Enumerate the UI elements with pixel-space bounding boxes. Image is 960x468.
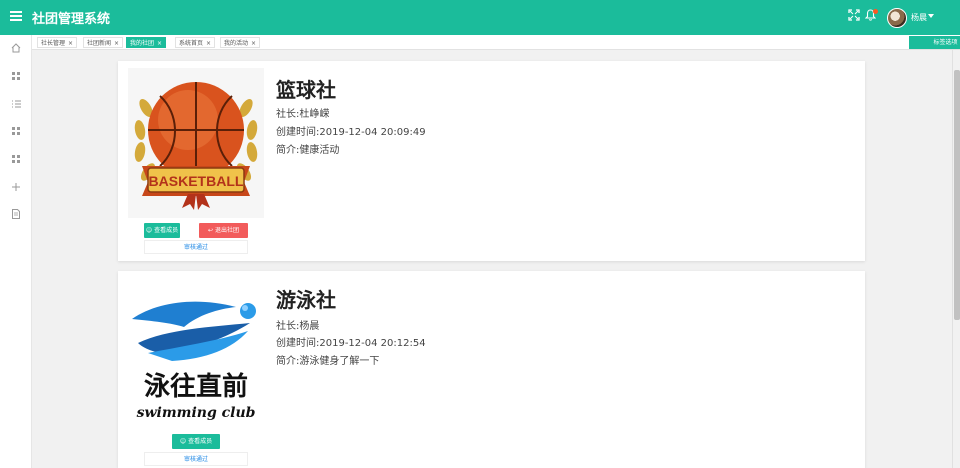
tab-label: 我的活动: [224, 40, 249, 47]
top-header: 社团管理系统 杨晨: [0, 0, 960, 35]
view-members-label: 查看成员: [154, 227, 179, 234]
sidebar: [0, 35, 32, 468]
club-card-basketball: BASKETBALL 篮球社 社长:杜峥嵘 创建时间:2019-12-04 20…: [118, 61, 865, 261]
club-leader: 社长:杨晨: [276, 321, 320, 332]
view-members-button[interactable]: ☺ 查看成员: [144, 223, 180, 238]
list-icon[interactable]: [0, 98, 32, 114]
scroll-thumb[interactable]: [954, 70, 960, 320]
close-icon[interactable]: ×: [114, 40, 119, 47]
status-badge: 审核通过: [144, 452, 248, 466]
tab-my-club[interactable]: 我的社团 ×: [126, 37, 167, 48]
tab-label: 社团新闻: [87, 40, 112, 47]
fullscreen-icon[interactable]: [846, 9, 862, 25]
quit-club-label: 退出社团: [214, 227, 239, 234]
grid-icon[interactable]: [0, 70, 32, 86]
exit-icon: ↩: [208, 227, 215, 234]
club-created-time: 创建时间:2019-12-04 20:09:49: [276, 127, 426, 138]
quit-club-button[interactable]: ↩ 退出社团: [199, 223, 248, 238]
club-intro: 简介:游泳健身了解一下: [276, 356, 380, 367]
club-created-time: 创建时间:2019-12-04 20:12:54: [276, 338, 426, 349]
scrollbar[interactable]: [952, 50, 960, 468]
notification-badge: [873, 9, 878, 14]
grid-icon[interactable]: [0, 125, 32, 141]
basketball-logo-text: BASKETBALL: [149, 173, 244, 189]
chevron-down-icon[interactable]: [928, 14, 934, 18]
close-icon[interactable]: ×: [68, 40, 73, 47]
status-badge: 审核通过: [144, 240, 248, 254]
app-title: 社团管理系统: [32, 12, 111, 27]
club-logo-basketball: BASKETBALL: [128, 68, 264, 218]
view-members-button[interactable]: ☺ 查看成员: [172, 434, 220, 449]
tab-system-home[interactable]: 系统首页 ×: [175, 37, 216, 48]
club-name: 游泳社: [276, 288, 336, 312]
home-icon[interactable]: [0, 43, 32, 59]
tab-bar: 社长管理 × 社团新闻 × 我的社团 × 系统首页 × 我的活动 × 标签选项: [32, 35, 960, 50]
avatar[interactable]: [887, 8, 907, 28]
club-logo-swimming: 泳往直前 swimming club: [128, 283, 264, 433]
close-icon[interactable]: ×: [251, 40, 256, 47]
hamburger-icon[interactable]: [8, 9, 24, 25]
tab-label: 系统首页: [179, 40, 204, 47]
user-name[interactable]: 杨晨: [911, 12, 927, 23]
tab-my-activity[interactable]: 我的活动 ×: [220, 37, 261, 48]
close-icon[interactable]: ×: [206, 40, 211, 47]
tab-label: 我的社团: [130, 40, 155, 47]
club-name: 篮球社: [276, 78, 336, 102]
tab-club-leader[interactable]: 社长管理 ×: [37, 37, 78, 48]
tab-club-news[interactable]: 社团新闻 ×: [83, 37, 124, 48]
club-intro: 简介:健康活动: [276, 145, 340, 156]
user-icon: ☺: [179, 438, 189, 445]
user-icon: ☺: [145, 227, 155, 234]
swimming-logo-en-text: swimming club: [137, 405, 256, 421]
club-leader: 社长:杜峥嵘: [276, 109, 330, 120]
grid-icon[interactable]: [0, 153, 32, 169]
club-card-swimming: 泳往直前 swimming club 游泳社 社长:杨晨 创建时间:2019-1…: [118, 271, 865, 468]
tab-options-button[interactable]: 标签选项: [909, 36, 960, 49]
swimming-logo-cn-text: 泳往直前: [144, 371, 248, 402]
tab-label: 社长管理: [41, 40, 66, 47]
document-icon[interactable]: [0, 209, 32, 225]
close-icon[interactable]: ×: [157, 40, 162, 47]
view-members-label: 查看成员: [188, 438, 213, 445]
plus-icon[interactable]: [0, 181, 32, 197]
